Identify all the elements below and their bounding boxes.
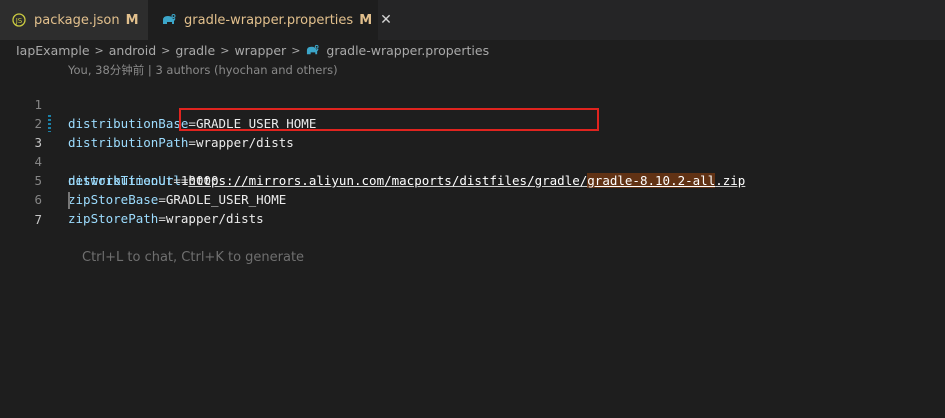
breadcrumb-item-wrapper[interactable]: wrapper [234,43,286,58]
close-icon[interactable]: ✕ [380,12,392,28]
code-line[interactable]: 1 distributionBase=GRADLE_USER_HOME [0,76,945,131]
chevron-right-icon: > [220,43,230,57]
breadcrumb: IapExample > android > gradle > wrapper … [0,40,945,60]
modified-badge: M [359,12,373,28]
property-value: wrapper/dists [165,211,264,226]
chevron-right-icon: > [94,43,104,57]
breadcrumb-item-android[interactable]: android [109,43,156,58]
equals-sign: = [158,211,166,226]
js-braces-icon: JS [11,12,27,28]
chevron-right-icon: > [161,43,171,57]
tab-package-json[interactable]: JS package.json M [0,0,148,40]
code-line[interactable]: 6 zipStorePath=wrapper/dists [0,171,945,226]
code-line[interactable]: 5 zipStoreBase=GRADLE_USER_HOME [0,152,945,207]
modified-gutter-marker[interactable] [48,115,51,132]
property-key: zipStorePath [68,211,159,226]
code-line[interactable]: 2 distributionPath=wrapper/dists [0,95,945,150]
breadcrumb-item-iapexample[interactable]: IapExample [16,43,90,58]
gradle-elephant-icon [161,12,177,28]
tab-label: package.json [34,12,120,28]
chevron-right-icon: > [291,43,301,57]
breadcrumb-item-gradle[interactable]: gradle [175,43,215,58]
code-editor[interactable]: You, 38分钟前 | 3 authors (hyochan and othe… [0,60,945,418]
gradle-elephant-icon [305,44,320,57]
tab-label: gradle-wrapper.properties [184,12,354,28]
modified-badge: M [125,12,139,28]
svg-text:JS: JS [15,17,23,25]
code-line[interactable]: 7 Ctrl+L to chat, Ctrl+K to generate [0,191,945,265]
code-line[interactable]: 3 distributionUrl=https://mirrors.aliyun… [0,114,945,188]
ai-hint-placeholder: Ctrl+L to chat, Ctrl+K to generate [82,250,305,265]
tab-bar: JS package.json M gradle-wrapper.propert… [0,0,945,40]
code-line[interactable]: 4 networkTimeout=10000 [0,133,945,188]
breadcrumb-item-file[interactable]: gradle-wrapper.properties [326,43,489,58]
tab-gradle-wrapper-properties[interactable]: gradle-wrapper.properties M ✕ [148,0,392,40]
line-number: 7 [34,212,42,227]
text-cursor [68,192,70,209]
